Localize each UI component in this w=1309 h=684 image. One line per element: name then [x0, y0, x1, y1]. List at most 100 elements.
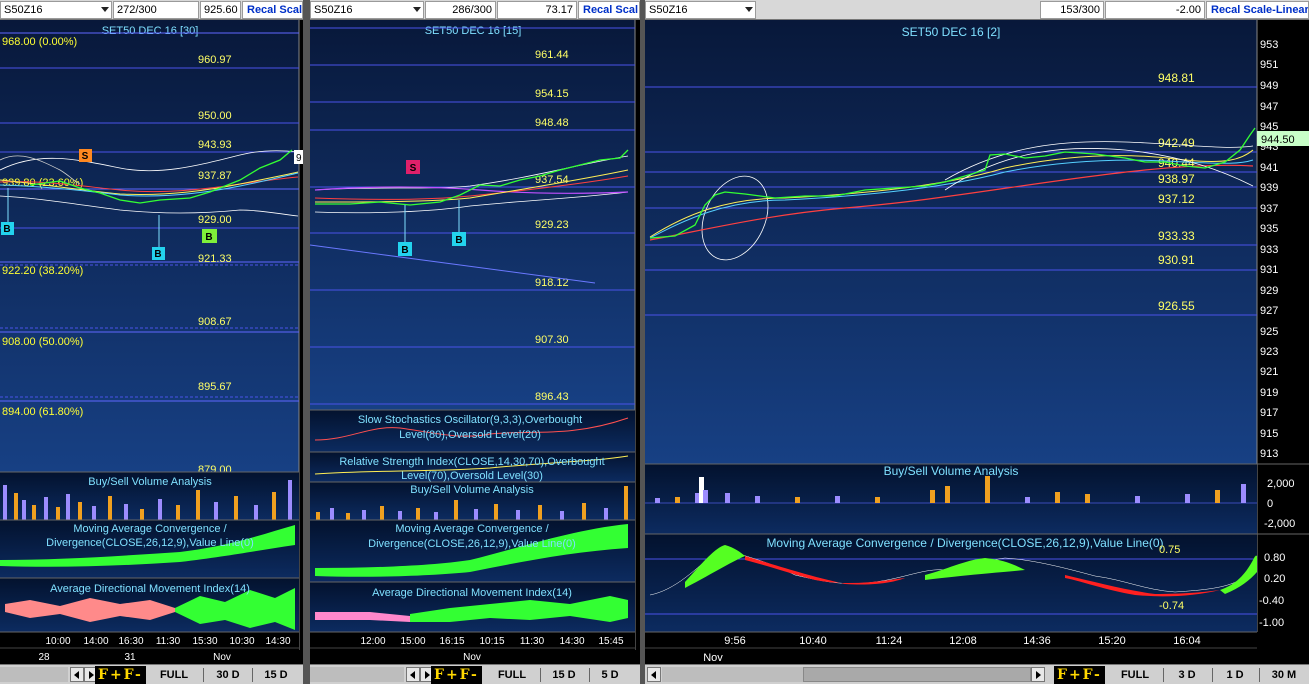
period-30d-button[interactable]: 30 D [208, 666, 248, 684]
period-full-button[interactable]: FULL [152, 666, 196, 684]
macd-axis-label: 0.80 [1264, 552, 1285, 564]
volume-bar [725, 493, 730, 503]
caret-right-icon [1036, 671, 1041, 679]
time-label: 11:30 [520, 636, 545, 647]
volume-bar [795, 497, 800, 503]
time-label: 15:45 [598, 636, 623, 647]
time-label: 16:30 [118, 636, 143, 647]
buy-signal-label: B [205, 232, 212, 243]
bar-count: 272/300 [113, 1, 199, 19]
period-1d-button[interactable]: 1 D [1215, 666, 1255, 684]
period-full-button[interactable]: FULL [1113, 666, 1157, 684]
volume-bar [604, 508, 608, 520]
panel-2-bottom-bar: F+F- FULL 15 D 5 D [310, 664, 640, 684]
volume-panel-title: Buy/Sell Volume Analysis [410, 484, 534, 496]
zoom-out-button[interactable]: F- [1083, 667, 1102, 683]
volume-bar [538, 505, 542, 520]
axis-label: 935 [1260, 223, 1278, 235]
scroll-left-button[interactable] [647, 667, 661, 682]
scroll-left-button[interactable] [406, 667, 420, 682]
zoom-in-button[interactable]: F+ [434, 667, 460, 683]
separator [589, 668, 590, 682]
chart-title: SET50 DEC 16 [30] [102, 25, 199, 37]
axis-label: 919 [1260, 387, 1278, 399]
volume-bar [703, 490, 708, 503]
zoom-in-button[interactable]: F+ [98, 667, 124, 683]
scrollbar-thumb[interactable] [803, 667, 1031, 682]
volume-bar [158, 499, 162, 520]
scrollbar-track[interactable] [0, 667, 68, 682]
sell-signal-label: S [410, 163, 417, 174]
panel-1-chart[interactable]: SET50 DEC 16 [30] 968.00 (0.00%) 939.80 … [0, 20, 303, 664]
panel-1-toolbar: S50Z16 272/300 925.60 Recal Scale [0, 0, 303, 20]
volume-bar [66, 494, 70, 520]
time-label: 14:00 [83, 636, 108, 647]
symbol-select[interactable]: S50Z16 [310, 1, 424, 19]
recal-scale-button[interactable]: Recal Scale [242, 1, 303, 19]
volume-panel-title: Buy/Sell Volume Analysis [884, 464, 1019, 478]
time-label: 15:20 [1098, 635, 1126, 647]
caret-right-icon [89, 671, 94, 679]
symbol-select[interactable]: S50Z16 [645, 1, 756, 19]
time-label: 16:04 [1173, 635, 1201, 647]
period-30m-button[interactable]: 30 M [1262, 666, 1306, 684]
adx-panel-title: Average Directional Movement Index(14) [372, 587, 572, 599]
chevron-down-icon[interactable] [745, 7, 753, 12]
separator [1163, 668, 1164, 682]
caret-left-icon [410, 671, 415, 679]
volume-bar [434, 512, 438, 520]
volume-panel-title: Buy/Sell Volume Analysis [88, 476, 212, 488]
scrollbar-track[interactable] [310, 667, 404, 682]
time-label: 14:30 [265, 636, 290, 647]
level-label: 961.44 [535, 49, 569, 61]
time-label: 10:30 [229, 636, 254, 647]
volume-axis-label: -2,000 [1264, 518, 1295, 530]
zoom-out-button[interactable]: F- [124, 667, 143, 683]
scroll-right-button[interactable] [1031, 667, 1045, 682]
panel-2-chart[interactable]: SET50 DEC 16 [15] 961.44 954.15 948.48 9… [310, 20, 640, 664]
time-label: 10:00 [45, 636, 70, 647]
macd-panel-title-2: Divergence(CLOSE,26,12,9),Value Line(0) [46, 537, 254, 549]
buy-signal-label: B [3, 224, 10, 235]
recal-scale-button[interactable]: Recal Scale-Linear [1206, 1, 1309, 19]
level-label: 943.93 [198, 139, 232, 151]
date-label: Nov [213, 652, 231, 663]
price-chart-bg [0, 20, 299, 472]
level-label: 929.23 [535, 219, 569, 231]
level-label: 895.67 [198, 381, 232, 393]
axis-label: 917 [1260, 407, 1278, 419]
zoom-out-button[interactable]: F- [460, 667, 479, 683]
period-15d-button[interactable]: 15 D [544, 666, 584, 684]
volume-bar [234, 496, 238, 520]
rsi-title-2: Level(70),Oversold Level(30) [401, 470, 543, 482]
volume-bar [416, 508, 420, 520]
chevron-down-icon[interactable] [413, 7, 421, 12]
panel-3-chart[interactable]: SET50 DEC 16 [2] 948.81 942.49 940.44 93… [645, 20, 1309, 664]
panel-separator[interactable] [303, 0, 310, 684]
recal-scale-button[interactable]: Recal Scal [578, 1, 640, 19]
macd-level-label: 0.75 [1159, 544, 1180, 556]
period-3d-button[interactable]: 3 D [1167, 666, 1207, 684]
symbol-select[interactable]: S50Z16 [0, 1, 112, 19]
chevron-down-icon[interactable] [101, 7, 109, 12]
macd-axis-label: -1.00 [1259, 617, 1284, 629]
axis-label: 927 [1260, 305, 1278, 317]
period-5d-button[interactable]: 5 D [592, 666, 628, 684]
panel-3-bottom-bar: F+F- FULL 3 D 1 D 30 M [645, 664, 1309, 684]
axis-label: 949 [1260, 80, 1278, 92]
volume-bar [755, 496, 760, 503]
volume-bar [1135, 496, 1140, 503]
price-readout: 73.17 [497, 1, 577, 19]
period-15d-button[interactable]: 15 D [256, 666, 296, 684]
fib-label: 968.00 (0.00%) [2, 36, 77, 48]
time-label: 14:30 [559, 636, 584, 647]
axis-label: 937 [1260, 203, 1278, 215]
separator [1259, 668, 1260, 682]
zoom-in-button[interactable]: F+ [1057, 667, 1083, 683]
scroll-left-button[interactable] [70, 667, 84, 682]
volume-bar [32, 505, 36, 520]
volume-bar [78, 502, 82, 520]
bar-count: 153/300 [1040, 1, 1104, 19]
axis-label: 933 [1260, 244, 1278, 256]
period-full-button[interactable]: FULL [490, 666, 534, 684]
